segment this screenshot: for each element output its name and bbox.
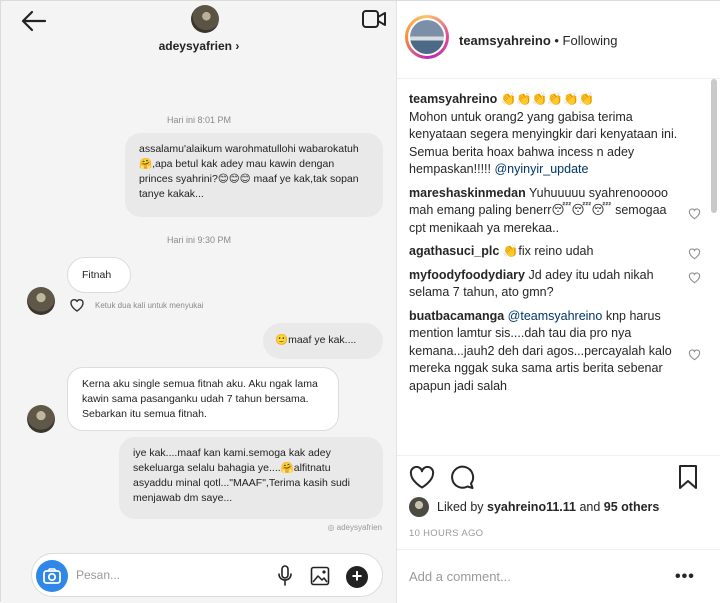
likes-text: Liked by syahreino11.11 and 95 others bbox=[437, 500, 659, 514]
liked-by-and: and bbox=[575, 500, 604, 514]
camera-icon bbox=[43, 568, 61, 584]
camera-icon: ◎ bbox=[327, 523, 337, 532]
watermark: ◎ adeysyafrien bbox=[327, 523, 382, 532]
caption: teamsyahreino 👏👏👏👏👏👏 Mohon untuk orang2 … bbox=[409, 91, 701, 179]
message-text: Kerna aku single semua fitnah aku. Aku n… bbox=[82, 378, 318, 420]
microphone-icon[interactable] bbox=[278, 565, 292, 587]
like-comment-heart-icon[interactable] bbox=[688, 348, 701, 361]
post-header: teamsyahreino • Following bbox=[397, 1, 720, 79]
sent-message[interactable]: iye kak....maaf kan kami.semoga kak adey… bbox=[119, 437, 383, 519]
contact-avatar[interactable] bbox=[191, 5, 219, 33]
comment-bubble-icon[interactable] bbox=[449, 464, 475, 490]
like-heart-icon[interactable] bbox=[409, 466, 435, 490]
contact-avatar-small bbox=[27, 287, 55, 315]
liked-by-user[interactable]: syahreino11.11 bbox=[487, 500, 576, 514]
message-text: Fitnah bbox=[82, 269, 112, 281]
screenshot-frame: adeysyafrien › Hari ini 8:01 PM assalamu… bbox=[0, 0, 720, 603]
message-text: assalamu'alaikum warohmatullohi wabaroka… bbox=[139, 143, 359, 200]
bookmark-icon[interactable] bbox=[677, 464, 699, 490]
message-text: iye kak....maaf kan kami.semoga kak adey… bbox=[133, 447, 350, 504]
back-arrow-icon[interactable] bbox=[21, 9, 47, 33]
like-comment-heart-icon[interactable] bbox=[688, 207, 701, 220]
story-ring[interactable] bbox=[405, 15, 449, 59]
watermark-text: adeysyafrien bbox=[336, 523, 382, 532]
comment-username[interactable]: agathasuci_plc bbox=[409, 244, 499, 258]
liker-avatar[interactable] bbox=[409, 497, 429, 517]
caption-text: Mohon untuk orang2 yang gabisa terima ke… bbox=[409, 109, 678, 142]
chevron-right-icon: › bbox=[235, 39, 240, 53]
received-message[interactable]: Kerna aku single semua fitnah aku. Aku n… bbox=[67, 367, 339, 431]
like-comment-heart-icon[interactable] bbox=[688, 247, 701, 260]
comments-list: teamsyahreino 👏👏👏👏👏👏 Mohon untuk orang2 … bbox=[409, 91, 701, 453]
clap-emoji: 👏👏👏👏👏👏 bbox=[500, 92, 595, 106]
comment: buatbacamanga @teamsyahreino knp harus m… bbox=[409, 308, 701, 396]
post-actions bbox=[397, 455, 720, 497]
post-time[interactable]: 10 HOURS AGO bbox=[409, 528, 483, 539]
mention-link[interactable]: @teamsyahreino bbox=[508, 309, 603, 323]
comment-username[interactable]: mareshaskinmedan bbox=[409, 186, 526, 200]
comment-text: 👏fix reino udah bbox=[502, 244, 594, 258]
comment: mareshaskinmedan Yuhuuuuu syahrenooooo m… bbox=[409, 185, 701, 238]
sent-message[interactable]: assalamu'alaikum warohmatullohi wabaroka… bbox=[125, 133, 383, 217]
contact-avatar-small bbox=[27, 405, 55, 433]
post-author-avatar[interactable] bbox=[410, 20, 444, 54]
timestamp: Hari ini 8:01 PM bbox=[166, 115, 232, 125]
message-text: 🙂maaf ye kak.... bbox=[275, 334, 357, 346]
mention-link[interactable]: @nyinyir_update bbox=[494, 162, 588, 176]
comment: agathasuci_plc 👏fix reino udah bbox=[409, 243, 701, 261]
timestamp: Hari ini 9:30 PM bbox=[166, 235, 232, 245]
comment-username[interactable]: buatbacamanga bbox=[409, 309, 504, 323]
message-input[interactable]: Pesan... bbox=[76, 568, 120, 582]
contact-name[interactable]: adeysyafrien › bbox=[1, 39, 396, 53]
story-ring-inner bbox=[408, 18, 446, 56]
sent-message[interactable]: 🙂maaf ye kak.... bbox=[263, 323, 383, 359]
post-author-username[interactable]: teamsyahreino bbox=[459, 33, 551, 48]
comment: myfoodyfoodydiary Jd adey itu udah nikah… bbox=[409, 267, 701, 302]
camera-button[interactable] bbox=[36, 560, 68, 592]
contact-name-text: adeysyafrien bbox=[158, 39, 233, 53]
following-status[interactable]: • Following bbox=[554, 33, 617, 48]
comment-username[interactable]: myfoodyfoodydiary bbox=[409, 268, 525, 282]
more-options-icon[interactable]: ••• bbox=[675, 568, 695, 586]
add-icon[interactable]: + bbox=[346, 566, 368, 588]
add-comment-bar: Add a comment... ••• bbox=[397, 549, 720, 603]
received-message[interactable]: Fitnah bbox=[67, 257, 131, 293]
add-comment-input[interactable]: Add a comment... bbox=[409, 569, 511, 584]
gallery-icon[interactable] bbox=[310, 566, 330, 586]
liked-by-label: Liked by bbox=[437, 500, 488, 514]
like-comment-heart-icon[interactable] bbox=[688, 271, 701, 284]
scrollbar[interactable] bbox=[711, 79, 717, 213]
video-call-icon[interactable] bbox=[361, 9, 387, 29]
post-author: teamsyahreino • Following bbox=[459, 33, 617, 48]
dm-header: adeysyafrien › bbox=[1, 1, 396, 65]
heart-outline-icon[interactable] bbox=[69, 297, 85, 313]
dm-screenshot: adeysyafrien › Hari ini 8:01 PM assalamu… bbox=[1, 1, 397, 603]
comment-username[interactable]: teamsyahreino bbox=[409, 92, 497, 106]
post-sidebar: teamsyahreino • Following teamsyahreino … bbox=[397, 1, 720, 603]
double-tap-hint: Ketuk dua kali untuk menyukai bbox=[95, 301, 204, 310]
message-composer[interactable]: Pesan... + bbox=[31, 553, 383, 597]
liked-by-others[interactable]: 95 others bbox=[604, 500, 660, 514]
